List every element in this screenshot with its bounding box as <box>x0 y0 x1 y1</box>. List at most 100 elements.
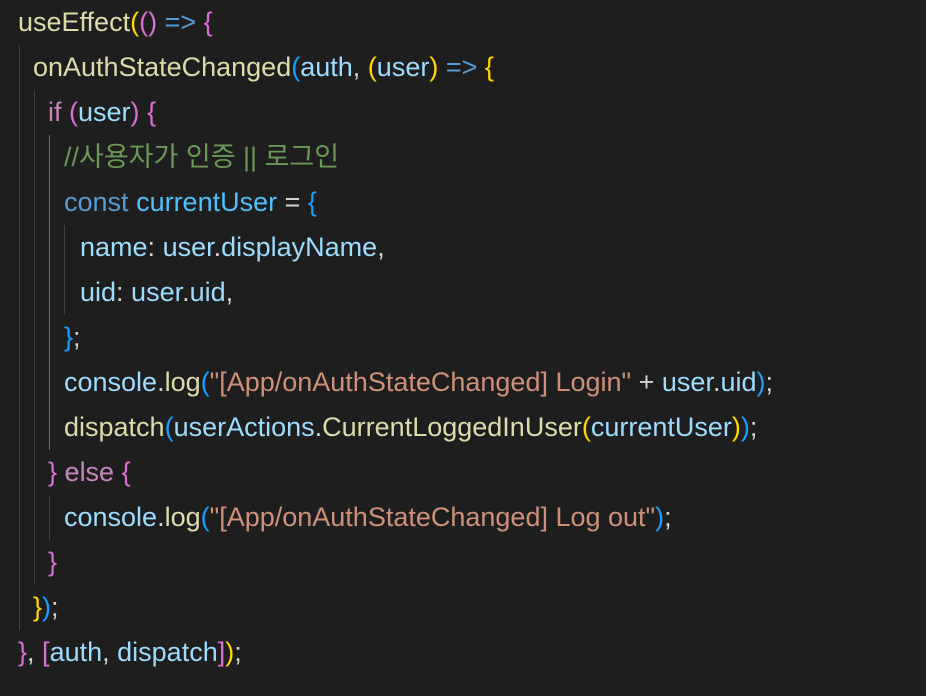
code-token: auth <box>300 52 353 82</box>
code-line-15[interactable]: }, [auth, dispatch]); <box>18 630 242 675</box>
code-token: ) <box>429 52 439 82</box>
code-token: : <box>116 277 132 307</box>
code-token: ) <box>655 502 665 532</box>
code-token: ) <box>225 637 235 667</box>
code-token: console <box>64 502 158 532</box>
code-token: ( <box>367 52 377 82</box>
code-token: => <box>157 7 204 37</box>
code-token: = <box>277 187 308 217</box>
code-token: if <box>48 97 62 127</box>
code-token: ) <box>42 592 52 622</box>
code-token: ) <box>731 412 741 442</box>
indent-guide <box>64 225 65 315</box>
code-token: uid <box>80 277 117 307</box>
code-token: "[App/onAuthStateChanged] Log out" <box>209 502 656 532</box>
code-token: } <box>48 457 58 487</box>
code-token: . <box>157 367 165 397</box>
code-token: uid <box>720 367 757 397</box>
code-line-9[interactable]: console.log("[App/onAuthStateChanged] Lo… <box>64 360 773 405</box>
code-token: { <box>147 97 157 127</box>
code-token: . <box>213 232 222 262</box>
code-token: + <box>631 367 662 397</box>
code-line-14[interactable]: }); <box>33 585 59 630</box>
code-token: ; <box>73 322 81 352</box>
code-token: , <box>377 232 385 262</box>
code-line-4[interactable]: //사용자가 인증 || 로그인 <box>64 135 339 180</box>
code-token: ; <box>765 367 774 397</box>
code-token: userActions <box>173 412 315 442</box>
code-token: log <box>164 502 201 532</box>
code-token: ) <box>740 412 750 442</box>
code-token: user <box>661 367 713 397</box>
indent-guide <box>19 45 20 630</box>
code-line-8[interactable]: }; <box>64 315 81 360</box>
code-token: { <box>484 52 494 82</box>
code-token: => <box>438 52 485 82</box>
code-editor[interactable]: useEffect(() => { onAuthStateChanged(aut… <box>0 0 926 696</box>
code-token: else <box>64 457 115 487</box>
code-token: ; <box>664 502 672 532</box>
code-token: currentUser <box>590 412 732 442</box>
code-line-1[interactable]: useEffect(() => { <box>18 0 213 45</box>
code-token: ( <box>200 502 210 532</box>
code-token: console <box>64 367 158 397</box>
code-token: ( <box>69 97 79 127</box>
code-token: . <box>157 502 165 532</box>
code-token: , <box>27 637 43 667</box>
code-token: ) <box>756 367 766 397</box>
code-token: } <box>48 547 58 577</box>
indent-guide <box>34 90 35 585</box>
code-token: uid <box>189 277 226 307</box>
code-token: { <box>121 457 131 487</box>
code-token: () <box>139 7 158 37</box>
indent-guide <box>49 135 50 450</box>
code-token: user <box>162 232 214 262</box>
code-token: . <box>182 277 190 307</box>
code-token: user <box>131 277 183 307</box>
code-token: "[App/onAuthStateChanged] Login" <box>209 367 632 397</box>
code-token: ( <box>291 52 301 82</box>
code-token: } <box>18 637 28 667</box>
code-token: useEffect <box>18 7 131 37</box>
code-line-11[interactable]: } else { <box>48 450 131 495</box>
code-line-2[interactable]: onAuthStateChanged(auth, (user) => { <box>33 45 494 90</box>
code-token: CurrentLoggedInUser <box>322 412 582 442</box>
code-token: , <box>225 277 234 307</box>
code-token: onAuthStateChanged <box>33 52 292 82</box>
code-token: displayName <box>221 232 378 262</box>
code-token: ; <box>51 592 59 622</box>
code-token: user <box>78 97 131 127</box>
code-token: [ <box>42 637 50 667</box>
code-line-5[interactable]: const currentUser = { <box>64 180 317 225</box>
code-token: : <box>147 232 163 262</box>
code-token: //사용자가 인증 || 로그인 <box>64 142 340 172</box>
code-token: { <box>307 187 317 217</box>
code-token: , <box>102 637 118 667</box>
code-token: ; <box>234 637 242 667</box>
code-line-7[interactable]: uid: user.uid, <box>80 270 233 315</box>
code-token: ; <box>749 412 758 442</box>
code-token: auth <box>49 637 103 667</box>
code-token: } <box>64 322 74 352</box>
code-token: name <box>80 232 148 262</box>
code-token: ) <box>130 97 140 127</box>
code-token: dispatch <box>117 637 218 667</box>
code-line-3[interactable]: if (user) { <box>48 90 156 135</box>
code-token: dispatch <box>64 412 165 442</box>
code-line-10[interactable]: dispatch(userActions.CurrentLoggedInUser… <box>64 405 757 450</box>
code-token: const <box>64 187 129 217</box>
code-token: , <box>352 52 368 82</box>
code-line-12[interactable]: console.log("[App/onAuthStateChanged] Lo… <box>64 495 672 540</box>
code-token: ( <box>581 412 591 442</box>
code-token: } <box>33 592 43 622</box>
code-token: ( <box>164 412 174 442</box>
code-token: user <box>376 52 430 82</box>
code-line-6[interactable]: name: user.displayName, <box>80 225 385 270</box>
code-line-13[interactable]: } <box>48 540 57 585</box>
code-token: ( <box>200 367 210 397</box>
code-token: currentUser <box>136 187 278 217</box>
code-token: log <box>164 367 201 397</box>
